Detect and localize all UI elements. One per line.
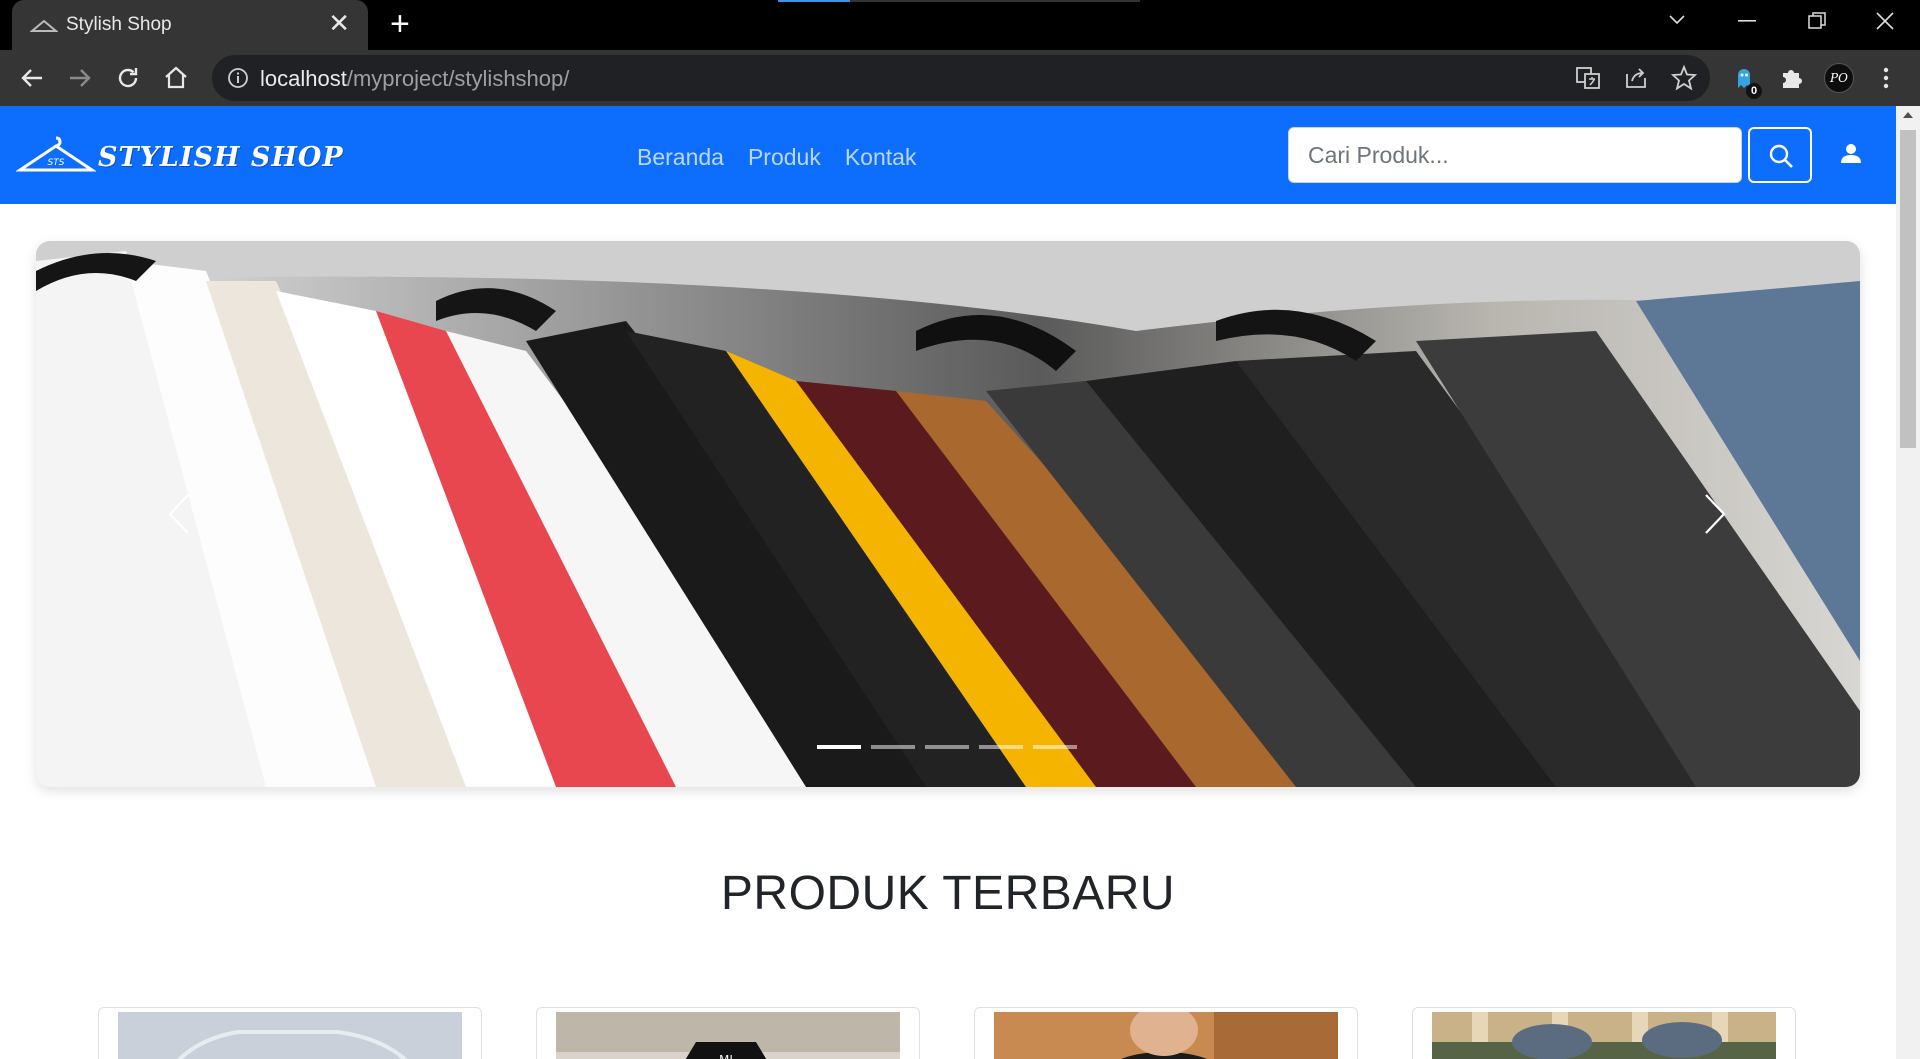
- hero-carousel: [36, 241, 1860, 787]
- back-arrow-icon[interactable]: [16, 62, 48, 94]
- browser-toolbar: localhost/myproject/stylishshop/ 0 PO: [0, 50, 1920, 106]
- url-host: localhost: [260, 66, 347, 91]
- browser-tab[interactable]: Stylish Shop ✕: [12, 0, 368, 52]
- url-path: /myproject/stylishshop/: [346, 66, 570, 91]
- hanger-logo-icon[interactable]: STS: [16, 134, 96, 178]
- user-icon[interactable]: [1840, 143, 1862, 165]
- translate-icon[interactable]: [1574, 64, 1602, 92]
- extensions-puzzle-icon[interactable]: [1778, 64, 1806, 92]
- tab-loading-bar: [778, 0, 1140, 2]
- product-image: [118, 1012, 462, 1059]
- carousel-indicator[interactable]: [979, 745, 1023, 749]
- carousel-indicators: [817, 745, 1077, 749]
- product-card[interactable]: MI: [536, 1007, 920, 1059]
- site-navbar: STS STYLISH SHOP Beranda Produk Kontak: [0, 106, 1896, 204]
- site-info-icon[interactable]: [226, 66, 250, 90]
- search-input[interactable]: [1289, 128, 1741, 182]
- product-card[interactable]: [98, 1007, 482, 1059]
- hanger-favicon-icon: [30, 19, 58, 32]
- page-viewport: STS STYLISH SHOP Beranda Produk Kontak C…: [0, 106, 1896, 1059]
- product-card[interactable]: [1412, 1007, 1796, 1059]
- address-bar[interactable]: localhost/myproject/stylishshop/: [212, 55, 1710, 101]
- product-image: [1432, 1012, 1776, 1059]
- logo-mark-text: STS: [48, 158, 65, 168]
- minimize-icon[interactable]: [1738, 20, 1756, 22]
- home-icon[interactable]: [160, 62, 192, 94]
- nav-link-beranda[interactable]: Beranda: [637, 144, 724, 171]
- svg-text:MI: MI: [719, 1053, 733, 1059]
- search-button[interactable]: [1748, 127, 1812, 183]
- scrollbar-thumb[interactable]: [1900, 130, 1916, 448]
- carousel-prev-chevron-icon[interactable]: [164, 491, 194, 537]
- new-tab-button[interactable]: +: [390, 6, 410, 42]
- search-field: [1288, 127, 1742, 183]
- close-window-icon[interactable]: [1876, 12, 1894, 30]
- search-icon: [1769, 144, 1793, 168]
- carousel-indicator[interactable]: [817, 745, 861, 749]
- page-scrollbar[interactable]: [1896, 106, 1920, 1059]
- browser-tab-strip: Stylish Shop ✕ +: [0, 0, 1920, 52]
- carousel-indicator[interactable]: [871, 745, 915, 749]
- forward-arrow-icon[interactable]: [64, 62, 96, 94]
- restore-icon[interactable]: [1808, 12, 1826, 30]
- scroll-up-arrow-icon[interactable]: [1903, 112, 1913, 118]
- nav-link-produk[interactable]: Produk: [748, 144, 821, 171]
- carousel-next-chevron-icon[interactable]: [1700, 491, 1730, 537]
- bookmark-star-icon[interactable]: [1670, 64, 1698, 92]
- extension-badge: 0: [1746, 83, 1762, 99]
- clothes-rack-slide-image: [36, 241, 1860, 787]
- url-text[interactable]: localhost/myproject/stylishshop/: [260, 66, 569, 92]
- carousel-indicator[interactable]: [925, 745, 969, 749]
- nav-link-kontak[interactable]: Kontak: [845, 144, 917, 171]
- carousel-indicator[interactable]: [1033, 745, 1077, 749]
- brand-name[interactable]: STYLISH SHOP: [98, 142, 344, 173]
- close-tab-icon[interactable]: ✕: [328, 10, 350, 36]
- product-image: [994, 1012, 1338, 1059]
- product-image: MI: [556, 1012, 900, 1059]
- product-card[interactable]: [974, 1007, 1358, 1059]
- menu-kebab-icon[interactable]: [1872, 64, 1900, 92]
- reload-icon[interactable]: [112, 62, 144, 94]
- profile-avatar[interactable]: PO: [1824, 63, 1854, 93]
- share-icon[interactable]: [1622, 64, 1650, 92]
- tab-search-chevron-icon[interactable]: [1668, 14, 1686, 26]
- main-menu: Beranda Produk Kontak: [637, 144, 916, 171]
- section-title: PRODUK TERBARU: [720, 867, 1176, 920]
- tab-title: Stylish Shop: [66, 14, 172, 35]
